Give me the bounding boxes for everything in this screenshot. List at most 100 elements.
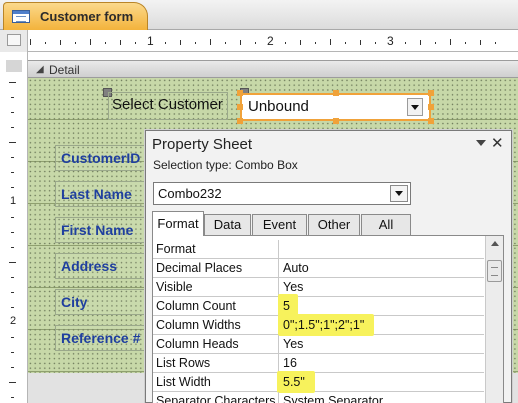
close-icon[interactable]: ✕: [491, 134, 504, 152]
property-name: Decimal Places: [153, 259, 279, 277]
ruler-number: 1: [10, 195, 17, 207]
ruler-tick: [285, 42, 286, 44]
property-value[interactable]: 16: [280, 354, 484, 372]
property-row[interactable]: Column Heads Yes: [153, 335, 484, 354]
property-row[interactable]: Column Widths 0";1.5";1";2";1": [153, 314, 484, 336]
property-value[interactable]: Auto: [280, 259, 484, 277]
ruler-tick: [60, 40, 61, 45]
resize-handle[interactable]: [333, 90, 339, 96]
resize-handle[interactable]: [237, 118, 243, 124]
select-customer-label[interactable]: Select Customer: [108, 92, 228, 120]
ruler-tick: [360, 40, 361, 45]
tab-format[interactable]: Format: [152, 211, 204, 236]
ruler-tick: [11, 127, 14, 128]
ruler-tick: [11, 397, 14, 398]
ruler-tick: [11, 172, 14, 173]
ruler-tick: [240, 40, 241, 45]
property-value[interactable]: 0";1.5";1";2";1": [280, 316, 484, 334]
combo-value: Unbound: [248, 98, 309, 115]
tab-event[interactable]: Event: [252, 214, 307, 235]
tab-other[interactable]: Other: [308, 214, 360, 235]
ruler-tick: [435, 42, 436, 44]
ruler-tick: [11, 112, 14, 113]
property-value[interactable]: [280, 240, 484, 258]
selection-type: Selection type: Combo Box: [153, 158, 298, 172]
customer-combo-box[interactable]: Unbound: [240, 93, 431, 121]
ruler-tick: [11, 307, 14, 308]
property-value[interactable]: 5: [280, 297, 484, 315]
chevron-down-icon[interactable]: [407, 98, 423, 116]
resize-handle[interactable]: [237, 90, 243, 96]
property-sheet-title: Property Sheet: [152, 136, 253, 153]
field-label-text: Address: [61, 258, 118, 274]
property-row[interactable]: List Width 5.5": [153, 371, 484, 393]
tab-all[interactable]: All: [361, 214, 411, 235]
field-label-reference[interactable]: Reference #: [55, 325, 145, 351]
field-label-address[interactable]: Address: [55, 253, 145, 279]
property-value[interactable]: Yes: [280, 335, 484, 353]
tab-data[interactable]: Data: [204, 214, 251, 235]
ruler-tick: [11, 97, 14, 98]
ruler-tick: [255, 42, 256, 44]
field-label-text: Last Name: [61, 186, 132, 202]
ruler-tick: [210, 39, 211, 45]
ruler-tick: [225, 42, 226, 44]
ruler-tick: [11, 292, 14, 293]
document-tab-strip: Customer form: [0, 0, 518, 30]
ruler-tick: [405, 42, 406, 44]
property-value[interactable]: System Separator: [280, 392, 484, 403]
chevron-down-icon[interactable]: [390, 185, 408, 202]
field-label-city[interactable]: City: [55, 289, 145, 315]
resize-handle[interactable]: [237, 104, 243, 110]
field-label-text: City: [61, 294, 88, 310]
scroll-thumb[interactable]: [487, 260, 502, 282]
ruler-tick: [11, 187, 14, 188]
property-name: Column Count: [153, 297, 279, 315]
dropdown-arrow-icon[interactable]: [476, 140, 486, 146]
ruler-tick: [11, 247, 14, 248]
ruler-tick: [9, 382, 16, 383]
resize-handle[interactable]: [428, 90, 434, 96]
property-row[interactable]: Separator Characters System Separator: [153, 392, 484, 403]
property-row[interactable]: List Rows 16: [153, 354, 484, 373]
customer-form-tab[interactable]: Customer form: [3, 2, 148, 30]
ruler-tick: [9, 82, 16, 83]
ruler-tick: [75, 42, 76, 44]
detail-section-bar[interactable]: ◢ Detail: [28, 60, 518, 78]
ruler-tick: [300, 40, 301, 45]
ruler-tick: [330, 39, 331, 45]
ruler-tick: [9, 142, 16, 143]
resize-handle[interactable]: [333, 118, 339, 124]
property-name: List Rows: [153, 354, 279, 372]
ruler-tick: [11, 217, 14, 218]
control-selector[interactable]: Combo232: [153, 182, 411, 205]
form-selector[interactable]: [0, 30, 28, 52]
ruler-tick: [120, 40, 121, 45]
field-label-last-name[interactable]: Last Name: [55, 181, 145, 207]
ruler-tick: [315, 42, 316, 44]
field-label-customerid[interactable]: CustomerID: [55, 145, 145, 171]
ruler-tick: [105, 42, 106, 44]
ruler-tick: [495, 42, 496, 44]
property-name: Column Heads: [153, 335, 279, 353]
property-row[interactable]: Decimal Places Auto: [153, 259, 484, 278]
property-value[interactable]: Yes: [280, 278, 484, 296]
field-label-first-name[interactable]: First Name: [55, 217, 145, 243]
resize-handle[interactable]: [428, 118, 434, 124]
property-name: List Width: [153, 373, 279, 391]
property-scrollbar[interactable]: [485, 236, 503, 403]
ruler-tick: [420, 40, 421, 45]
property-row[interactable]: Visible Yes: [153, 278, 484, 297]
property-name: Separator Characters: [153, 392, 279, 403]
scroll-up-icon[interactable]: [486, 236, 503, 252]
ruler-tick: [345, 42, 346, 44]
section-label: Detail: [49, 63, 80, 77]
ruler-tick: [480, 40, 481, 45]
resize-handle[interactable]: [428, 104, 434, 110]
section-selector[interactable]: [6, 60, 22, 72]
property-row[interactable]: Format: [153, 240, 484, 259]
ruler-tick: [375, 42, 376, 44]
property-value[interactable]: 5.5": [280, 373, 484, 391]
control-name: Combo232: [158, 186, 222, 201]
property-sheet: Property Sheet ✕ Selection type: Combo B…: [145, 130, 512, 403]
